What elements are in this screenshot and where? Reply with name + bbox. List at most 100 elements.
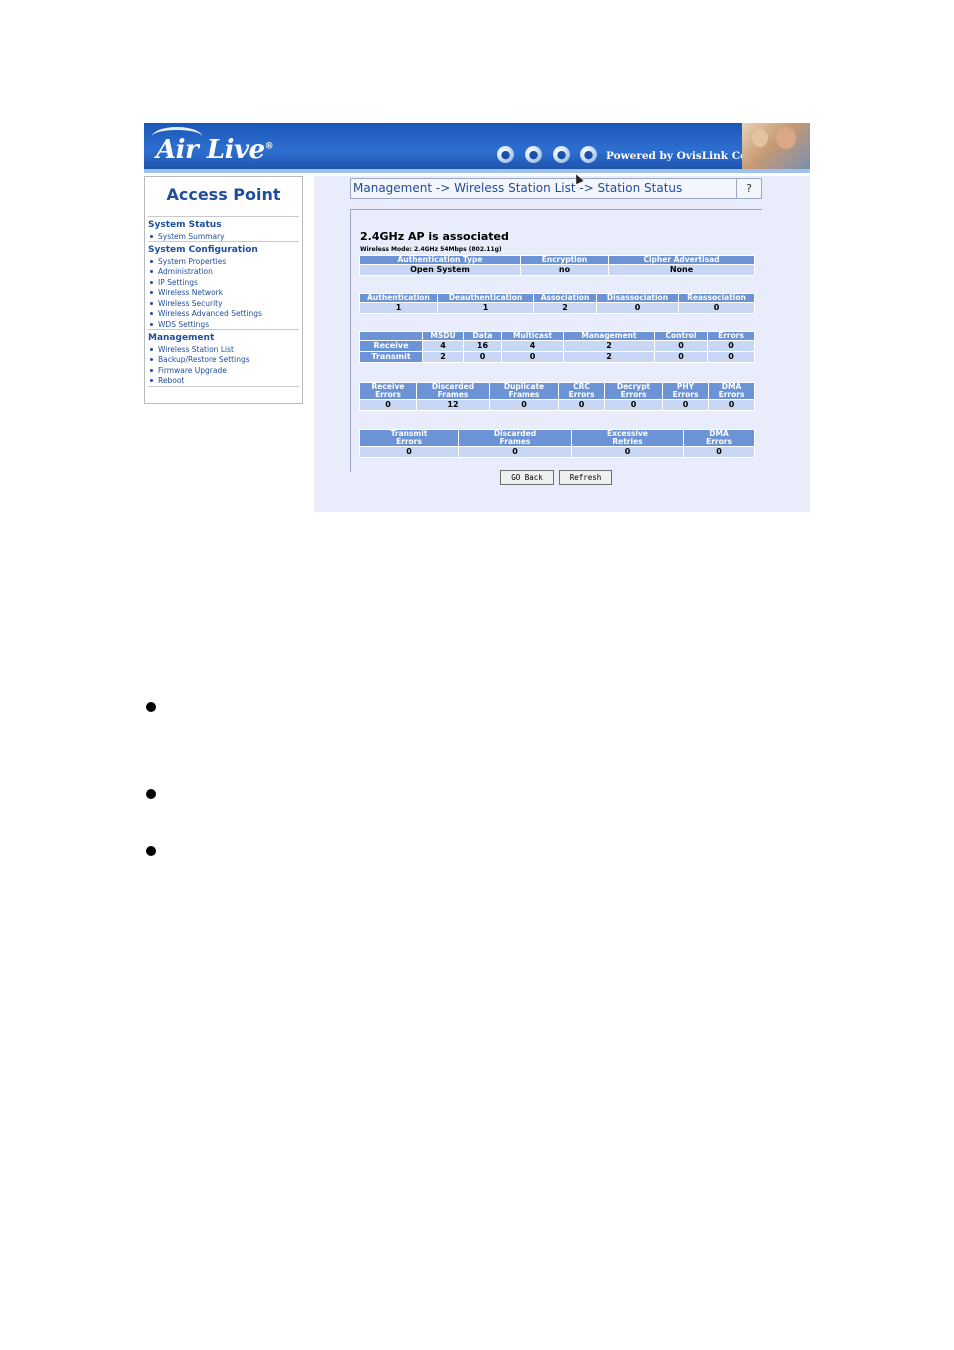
help-button[interactable]: ? <box>736 179 761 198</box>
association-status: 2.4GHz AP is associated <box>360 230 509 243</box>
events-table: Authentication Deauthentication Associat… <box>359 293 755 314</box>
sidebar-heading-system-configuration: System Configuration <box>148 245 258 255</box>
column-header: MSDU <box>422 331 464 341</box>
globe-icon: ● <box>580 146 597 163</box>
sidebar: Access Point System Status System Summar… <box>144 176 303 404</box>
column-header: DMA Errors <box>708 382 755 400</box>
screenshot: Air Live® ● ● ● ● Powered by OvisLink Co… <box>144 123 810 512</box>
table-cell: 0 <box>489 399 559 411</box>
table-cell: 12 <box>416 399 490 411</box>
table-cell: Open System <box>359 264 521 276</box>
column-header: Authentication <box>359 293 438 303</box>
table-cell: 0 <box>654 340 708 352</box>
column-header: Disassociation <box>596 293 679 303</box>
table-cell: 0 <box>708 399 755 411</box>
table-row: Transmit 2 0 0 2 0 0 <box>359 351 755 363</box>
column-header: Discarded Frames <box>458 429 572 447</box>
sidebar-item-firmware-upgrade[interactable]: Firmware Upgrade <box>148 366 227 375</box>
sidebar-item-system-summary[interactable]: System Summary <box>148 232 225 241</box>
column-header: Data <box>463 331 502 341</box>
column-header: Discarded Frames <box>416 382 490 400</box>
column-header <box>359 331 423 341</box>
column-header: CRC Errors <box>558 382 605 400</box>
traffic-table: MSDU Data Multicast Management Control E… <box>359 331 755 363</box>
globe-icon: ● <box>553 146 570 163</box>
bullet-icon <box>146 702 156 712</box>
table-row: Open System no None <box>359 264 755 276</box>
column-header: Association <box>533 293 597 303</box>
row-label: Transmit <box>359 351 423 363</box>
refresh-button[interactable]: Refresh <box>559 470 612 485</box>
sidebar-item-ip-settings[interactable]: IP Settings <box>148 278 198 287</box>
table-cell: 1 <box>437 302 534 314</box>
sidebar-item-wireless-security[interactable]: Wireless Security <box>148 299 223 308</box>
column-header: Errors <box>707 331 755 341</box>
globe-icon: ● <box>497 146 514 163</box>
header-banner: Air Live® ● ● ● ● Powered by OvisLink Co… <box>144 123 810 173</box>
table-cell: 0 <box>662 399 709 411</box>
table-cell: 2 <box>422 351 464 363</box>
table-cell: None <box>608 264 755 276</box>
sidebar-heading-management: Management <box>148 333 215 343</box>
column-header: Excessive Retries <box>571 429 684 447</box>
airlive-logo: Air Live® <box>156 135 274 165</box>
sidebar-item-system-properties[interactable]: System Properties <box>148 257 226 266</box>
table-cell: 0 <box>654 351 708 363</box>
row-label: Receive <box>359 340 423 352</box>
table-cell: 1 <box>359 302 438 314</box>
table-cell: 2 <box>533 302 597 314</box>
table-row: 1 1 2 0 0 <box>359 302 755 314</box>
wireless-mode: Wireless Mode: 2.4GHz 54Mbps (802.11g) <box>360 246 502 253</box>
transmit-errors-table: Transmit Errors Discarded Frames Excessive… <box>359 429 755 458</box>
table-cell: 0 <box>707 351 755 363</box>
table-cell: 0 <box>707 340 755 352</box>
table-cell: 16 <box>463 340 502 352</box>
column-header: Duplicate Frames <box>489 382 559 400</box>
table-row: Receive 4 16 4 2 0 0 <box>359 340 755 352</box>
column-header: PHY Errors <box>662 382 709 400</box>
sidebar-heading-system-status: System Status <box>148 220 222 230</box>
bullet-icon <box>146 789 156 799</box>
column-header: Encryption <box>520 255 609 265</box>
table-cell: 0 <box>678 302 755 314</box>
breadcrumb: Management -> Wireless Station List -> S… <box>350 178 762 199</box>
column-header: Deauthentication <box>437 293 534 303</box>
table-cell: 0 <box>571 446 684 458</box>
sidebar-item-wireless-station-list[interactable]: Wireless Station List <box>148 345 234 354</box>
globe-icon: ● <box>525 146 542 163</box>
column-header: Reassociation <box>678 293 755 303</box>
sidebar-item-administration[interactable]: Administration <box>148 267 213 276</box>
column-header: Transmit Errors <box>359 429 459 447</box>
table-cell: 0 <box>501 351 564 363</box>
column-header: Cipher Advertisad <box>608 255 755 265</box>
table-cell: 0 <box>596 302 679 314</box>
table-row: 0 12 0 0 0 0 0 <box>359 399 755 411</box>
table-cell: 0 <box>604 399 663 411</box>
table-cell: 0 <box>683 446 755 458</box>
table-cell: 0 <box>458 446 572 458</box>
table-row: 0 0 0 0 <box>359 446 755 458</box>
main-content: Management -> Wireless Station List -> S… <box>314 172 810 512</box>
table-cell: no <box>520 264 609 276</box>
column-header: Management <box>563 331 655 341</box>
column-header: Authentication Type <box>359 255 521 265</box>
go-back-button[interactable]: GO Back <box>500 470 554 485</box>
table-cell: 0 <box>359 446 459 458</box>
sidebar-item-wireless-advanced-settings[interactable]: Wireless Advanced Settings <box>148 309 262 318</box>
sidebar-item-wireless-network[interactable]: Wireless Network <box>148 288 223 297</box>
powered-by-text: Powered by OvisLink Corp. <box>606 150 764 162</box>
column-header: Receive Errors <box>359 382 417 400</box>
table-cell: 0 <box>463 351 502 363</box>
column-header: DMA Errors <box>683 429 755 447</box>
table-cell: 4 <box>422 340 464 352</box>
breadcrumb-text: Management -> Wireless Station List -> S… <box>353 181 683 195</box>
table-cell: 4 <box>501 340 564 352</box>
sidebar-item-backup-restore-settings[interactable]: Backup/Restore Settings <box>148 355 250 364</box>
sidebar-item-wds-settings[interactable]: WDS Settings <box>148 320 209 329</box>
column-header: Control <box>654 331 708 341</box>
security-table: Authentication Type Encryption Cipher Ad… <box>359 255 755 276</box>
column-header: Decrypt Errors <box>604 382 663 400</box>
sidebar-title: Access Point <box>166 185 281 204</box>
receive-errors-table: Receive Errors Discarded Frames Duplicate F… <box>359 382 755 411</box>
sidebar-item-reboot[interactable]: Reboot <box>148 376 184 385</box>
